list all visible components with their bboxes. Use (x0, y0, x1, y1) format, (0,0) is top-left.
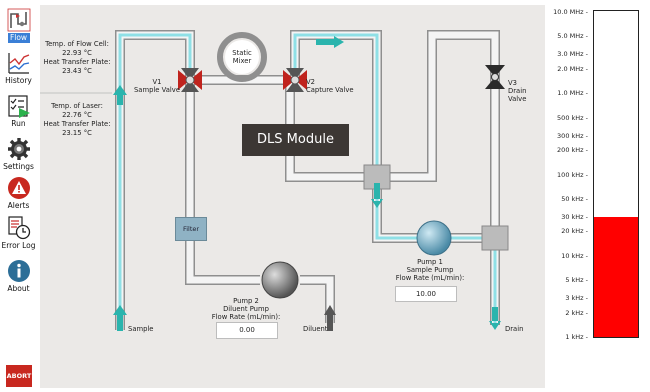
laser-temp-label: Temp. of Laser: (51, 102, 103, 110)
gauge-tick-label: 3 kHz - (565, 294, 588, 303)
pump-1[interactable] (416, 220, 452, 256)
flow-icon (7, 8, 30, 32)
abort-button[interactable]: ABORT (6, 365, 32, 387)
diluent-label: Diluent (303, 325, 328, 333)
sidebar-item-flow[interactable]: Flow (0, 8, 37, 43)
pump1-label: Pump 1 Sample Pump Flow Rate (mL/min): (390, 258, 470, 282)
pump2-rate-label: Flow Rate (mL/min): (211, 313, 281, 321)
laser-temp-value: 22.76 °C (62, 111, 92, 119)
gauge-tick-label: 1 kHz - (565, 333, 588, 341)
laser-htp-value: 23.15 °C (62, 129, 92, 137)
sidebar-item-alerts[interactable]: Alerts (0, 176, 37, 211)
pump1-rate-field[interactable]: 10.00 (395, 286, 457, 302)
flow-diagram-panel: Temp. of Flow Cell: 22.93 °C Heat Transf… (40, 5, 545, 388)
pump2-label: Pump 2 Diluent Pump Flow Rate (mL/min): (210, 297, 282, 321)
static-mixer-line2: Mixer (232, 57, 252, 65)
flow-cell-temp-value: 22.93 °C (62, 49, 92, 57)
valve-v3-name: Drain Valve (508, 87, 527, 103)
laser-htp-label: Heat Transfer Plate: (43, 120, 111, 128)
gauge-tick-label: 10.0 MHz - (553, 8, 588, 16)
drain-label: Drain (505, 325, 524, 333)
static-mixer-line1: Static (232, 49, 252, 57)
valve-v3[interactable] (485, 65, 505, 89)
sidebar-item-label: Settings (3, 162, 34, 171)
pump1-rate-label: Flow Rate (mL/min): (395, 274, 465, 282)
flow-cell-htp-label: Heat Transfer Plate: (43, 58, 111, 66)
error-log-icon (7, 216, 30, 240)
pump2-rate-field[interactable]: 0.00 (216, 322, 278, 339)
pump1-name: Sample Pump (406, 266, 454, 274)
valve-v3-label: V3 Drain Valve (508, 79, 545, 103)
junction-tee (481, 225, 509, 251)
valve-v2-label: V2 Capture Valve (306, 78, 354, 94)
info-icon (7, 260, 30, 282)
gauge-tick-label: 2 kHz - (565, 308, 588, 317)
dls-module-box: DLS Module (242, 124, 349, 156)
gauge-tick-label: 30 kHz - (561, 212, 588, 221)
valve-v2-name: Capture Valve (306, 86, 354, 94)
sidebar-item-history[interactable]: History (0, 51, 37, 86)
sidebar-item-label: History (5, 76, 32, 85)
filter-box: Filter (175, 217, 207, 241)
laser-temp-block: Temp. of Laser: 22.76 °C Heat Transfer P… (43, 102, 111, 138)
sidebar-item-label: Error Log (1, 241, 36, 250)
gauge-tick-label: 1.0 MHz - (557, 89, 588, 98)
gear-icon (7, 138, 30, 160)
valve-v2-id: V2 (306, 78, 315, 86)
gauge-tick-label: 3.0 MHz - (557, 50, 588, 59)
sidebar-item-about[interactable]: About (0, 259, 37, 294)
pump2-name: Diluent Pump (223, 305, 269, 313)
gauge-tick-label: 500 kHz - (557, 113, 588, 122)
flow-cell-temp-block: Temp. of Flow Cell: 22.93 °C Heat Transf… (43, 40, 111, 76)
sidebar-item-error-log[interactable]: Error Log (0, 216, 37, 251)
alert-icon (7, 177, 30, 199)
static-mixer-label: Static Mixer (222, 49, 262, 65)
valve-v1-id: V1 (152, 78, 162, 86)
sidebar-item-label: Flow (7, 33, 30, 43)
sidebar-item-run[interactable]: Run (0, 94, 37, 129)
gauge-fill (594, 216, 638, 337)
history-chart-icon (7, 53, 29, 74)
flow-schematic (40, 30, 509, 331)
gauge-tick-label: 5 kHz - (565, 276, 588, 285)
pump1-title: Pump 1 (417, 258, 443, 266)
gauge-tick-label: 200 kHz - (557, 146, 588, 155)
gauge-tick-label: 20 kHz - (561, 227, 588, 236)
pump2-title: Pump 2 (233, 297, 259, 305)
gauge-tick-label: 10 kHz - (561, 251, 588, 260)
pump-2[interactable] (261, 261, 299, 299)
valve-v1-label: V1 Sample Valve (132, 78, 182, 94)
flow-cell-htp-value: 23.43 °C (62, 67, 92, 75)
sample-label: Sample (128, 325, 154, 333)
sidebar-item-label: Run (11, 119, 26, 128)
valve-v1-name: Sample Valve (133, 86, 181, 94)
gauge-tick-label: 50 kHz - (561, 194, 588, 203)
gauge-tick-label: 5.0 MHz - (557, 32, 588, 41)
sidebar-item-label: About (7, 284, 30, 293)
gauge-tick-label: 300 kHz - (557, 131, 588, 140)
gauge-bar (593, 10, 639, 338)
gauge-tick-label: 100 kHz - (557, 170, 588, 179)
gauge-tick-label: 2.0 MHz - (557, 64, 588, 73)
sidebar-item-settings[interactable]: Settings (0, 137, 37, 172)
sidebar-nav: Flow History Run Settings Alerts Error L… (0, 0, 37, 392)
run-checklist-icon (7, 95, 30, 118)
flow-cell-temp-label: Temp. of Flow Cell: (45, 40, 109, 48)
valve-v3-id: V3 (508, 79, 517, 87)
sidebar-item-label: Alerts (7, 201, 30, 210)
